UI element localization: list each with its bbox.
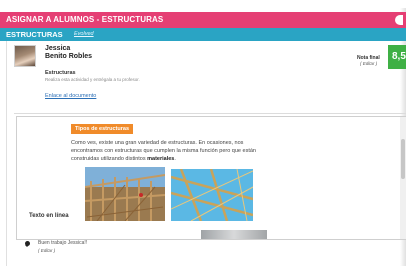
paragraph-end: . — [174, 156, 176, 162]
paragraph-bold: materiales — [147, 156, 175, 162]
close-tab[interactable] — [395, 15, 403, 25]
dialog-title-bar: ASIGNAR A ALUMNOS - ESTRUCTURAS — [0, 12, 406, 28]
steel-frame-drawing — [171, 169, 253, 221]
document-viewer[interactable]: Tipos de estructuras Como ves, existe un… — [16, 116, 406, 240]
steel-frame-photo — [171, 169, 253, 221]
wooden-frame-drawing — [85, 167, 165, 221]
assign-dialog: ASIGNAR A ALUMNOS - ESTRUCTURAS ESTRUCTU… — [0, 0, 406, 266]
student-first-name: Jessica — [45, 45, 71, 52]
activity-description: Realiza esta actividad y entrégala a tu … — [45, 77, 140, 82]
teacher-comment: Buen trabajo Jessica!! — [38, 240, 88, 246]
subheader-bar: ESTRUCTURAS Evolved — [0, 28, 406, 41]
grade-edit-link[interactable]: ( Editar ) — [360, 61, 377, 66]
student-last-name: Benito Robles — [45, 53, 93, 60]
viewer-scrollbar[interactable] — [400, 117, 406, 239]
grade-value: 8,5 — [392, 51, 406, 62]
document-link[interactable]: Enlace al documento — [45, 93, 96, 99]
wooden-frame-photo — [85, 167, 165, 221]
dialog-title: ASIGNAR A ALUMNOS - ESTRUCTURAS — [6, 15, 164, 24]
activity-heading: ESTRUCTURAS — [6, 30, 63, 39]
inline-text-label: Texto en línea — [29, 213, 69, 219]
scrollbar-thumb[interactable] — [401, 139, 405, 179]
status-link[interactable]: Evolved — [74, 31, 94, 37]
activity-title: Estructuras — [45, 70, 76, 76]
third-photo — [201, 230, 267, 239]
section-tag: Tipos de estructuras — [71, 124, 133, 134]
avatar — [14, 45, 36, 67]
comment-bubble-icon — [25, 241, 30, 247]
divider — [14, 113, 406, 114]
comment-edit-link[interactable]: ( Editar ) — [38, 248, 55, 253]
document-paragraph: Como ves, existe una gran variedad de es… — [71, 139, 271, 163]
